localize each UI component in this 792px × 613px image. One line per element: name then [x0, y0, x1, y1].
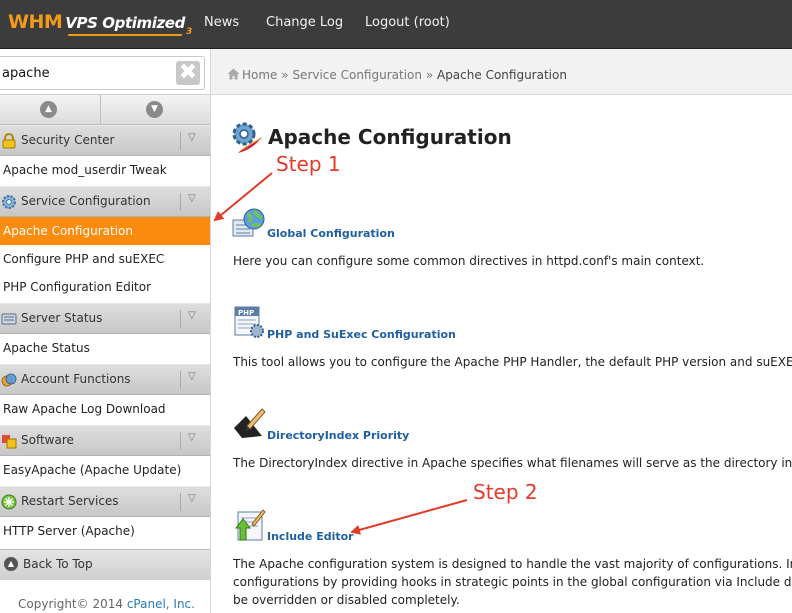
sidebar-item-apache-mod-userdir-tweak[interactable]: Apache mod_userdir Tweak: [0, 156, 210, 184]
divider: [180, 193, 181, 211]
category-label: Security Center: [21, 133, 115, 147]
chevron-down-icon[interactable]: ▽: [188, 371, 196, 382]
sidebar-item-apache-configuration[interactable]: Apache Configuration: [0, 217, 210, 245]
back-to-top-button[interactable]: ▲ Back To Top: [0, 549, 210, 580]
copyright: Copyright© 2014 cPanel, Inc.: [18, 597, 195, 611]
include-editor-icon: [234, 509, 266, 541]
clear-search-button[interactable]: ✖: [176, 61, 200, 85]
directoryindex-priority-desc: The DirectoryIndex directive in Apache s…: [233, 456, 792, 470]
category-restart-services[interactable]: Restart Services ▽: [0, 486, 210, 517]
global-configuration-link[interactable]: Global Configuration: [267, 227, 395, 240]
breadcrumb-service-configuration-link[interactable]: Service Configuration: [292, 68, 422, 82]
software-icon: [2, 435, 17, 449]
nav-news-link[interactable]: News: [204, 15, 239, 30]
svg-text:PHP: PHP: [238, 309, 254, 317]
pen-icon: [234, 408, 266, 438]
gear-icon: [2, 195, 16, 209]
sidebar-item-apache-status[interactable]: Apache Status: [0, 334, 210, 362]
divider: [180, 432, 181, 450]
nav-logout-link[interactable]: Logout (root): [365, 15, 450, 30]
php-suexec-configuration-desc: This tool allows you to configure the Ap…: [233, 355, 792, 369]
scroll-down-button[interactable]: ▼: [146, 101, 163, 118]
scroll-controls: ▲ ▼: [0, 94, 210, 125]
divider: [180, 310, 181, 328]
sidebar: ✖ ▲ ▼ Security Center ▽ Apache mod_userd…: [0, 49, 211, 613]
whm-logo[interactable]: WHM VPS Optimized3: [8, 11, 192, 39]
sidebar-item-easyapache[interactable]: EasyApache (Apache Update): [0, 456, 210, 484]
logo-whm-text: WHM: [8, 11, 63, 33]
step-1-annotation: Step 1: [276, 152, 341, 176]
category-label: Restart Services: [21, 494, 119, 508]
category-security-center[interactable]: Security Center ▽: [0, 125, 210, 156]
breadcrumb-separator: »: [425, 68, 434, 82]
scroll-up-button[interactable]: ▲: [40, 101, 57, 118]
breadcrumb-separator: »: [281, 68, 289, 82]
divider: [180, 132, 181, 150]
chevron-down-icon[interactable]: ▽: [188, 310, 196, 321]
sidebar-item-configure-php-suexec[interactable]: Configure PHP and suEXEC: [0, 245, 210, 273]
breadcrumb-home-link[interactable]: Home: [242, 68, 277, 82]
category-label: Server Status: [21, 311, 103, 325]
divider: [180, 371, 181, 389]
top-bar: WHM VPS Optimized3 News Change Log Logout…: [0, 0, 792, 49]
category-account-functions[interactable]: Account Functions ▽: [0, 364, 210, 395]
accounts-icon: [1, 373, 17, 387]
nav-changelog-link[interactable]: Change Log: [266, 15, 343, 30]
include-editor-desc-line-2: configurations by providing hooks in str…: [233, 575, 792, 589]
category-label: Service Configuration: [21, 194, 151, 208]
logo-vps-text: VPS Optimized: [65, 14, 185, 32]
chevron-down-icon[interactable]: ▽: [188, 132, 196, 143]
search-box: ✖: [0, 56, 205, 90]
step-2-annotation: Step 2: [473, 480, 538, 504]
category-label: Software: [21, 433, 74, 447]
restart-icon: [1, 494, 17, 510]
search-input[interactable]: [0, 57, 170, 89]
category-software[interactable]: Software ▽: [0, 425, 210, 456]
category-service-configuration[interactable]: Service Configuration ▽: [0, 186, 210, 217]
sidebar-item-php-configuration-editor[interactable]: PHP Configuration Editor: [0, 273, 210, 301]
server-icon: [1, 313, 17, 325]
include-editor-link[interactable]: Include Editor: [267, 530, 354, 543]
php-icon: PHP: [234, 306, 264, 338]
copyright-text: Copyright© 2014: [18, 597, 127, 611]
page-title: Apache Configuration: [268, 125, 512, 149]
include-editor-desc-line-1: The Apache configuration system is desig…: [233, 557, 792, 571]
sidebar-item-http-server-apache[interactable]: HTTP Server (Apache): [0, 517, 210, 545]
apache-config-icon: [232, 122, 262, 153]
breadcrumb: Home » Service Configuration » Apache Co…: [211, 49, 792, 95]
breadcrumb-current: Apache Configuration: [436, 68, 567, 82]
global-configuration-desc: Here you can configure some common direc…: [233, 254, 705, 268]
php-suexec-configuration-link[interactable]: PHP and SuExec Configuration: [267, 328, 456, 341]
divider: [100, 95, 101, 124]
include-editor-desc-line-3: be overridden or disabled completely.: [233, 593, 460, 607]
globe-config-icon: [232, 208, 265, 237]
sidebar-item-raw-apache-log-download[interactable]: Raw Apache Log Download: [0, 395, 210, 423]
cpanel-link[interactable]: cPanel, Inc.: [127, 597, 195, 611]
home-icon: [227, 68, 240, 80]
divider: [180, 493, 181, 511]
category-server-status[interactable]: Server Status ▽: [0, 303, 210, 334]
breadcrumb-trail: Home » Service Configuration » Apache Co…: [242, 68, 567, 82]
chevron-down-icon[interactable]: ▽: [188, 193, 196, 204]
logo-swoosh: [67, 34, 183, 36]
logo-version: 3: [185, 27, 193, 37]
category-label: Account Functions: [21, 372, 131, 386]
chevron-down-icon[interactable]: ▽: [188, 432, 196, 443]
padlock-icon: [2, 133, 16, 149]
back-to-top-label: Back To Top: [23, 557, 93, 571]
directoryindex-priority-link[interactable]: DirectoryIndex Priority: [267, 429, 409, 442]
arrow-up-icon: ▲: [4, 557, 18, 571]
chevron-down-icon[interactable]: ▽: [188, 493, 196, 504]
